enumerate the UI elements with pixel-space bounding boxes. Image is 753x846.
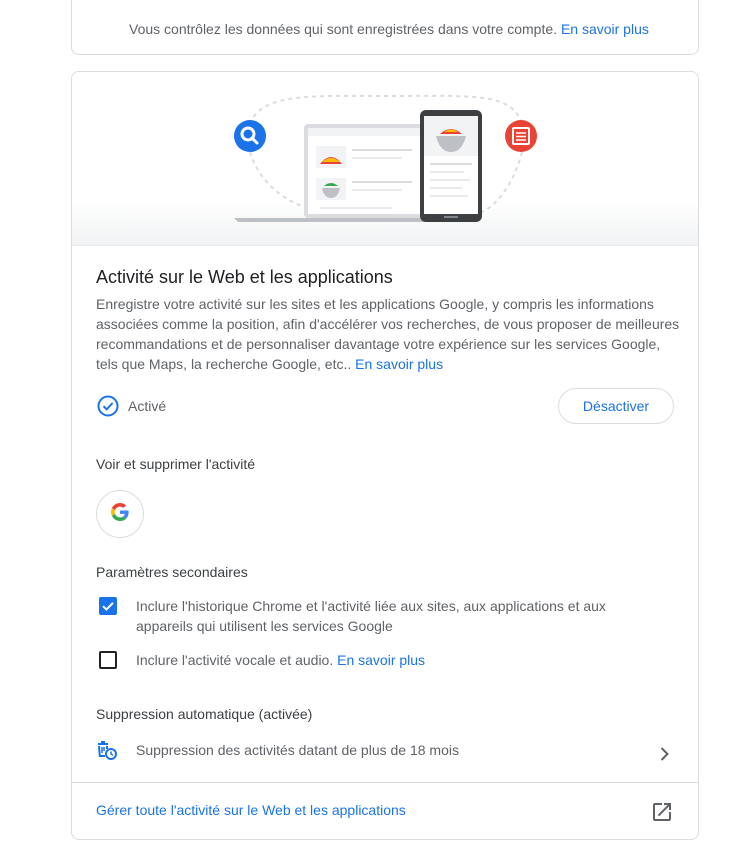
- status-label: Activé: [128, 398, 167, 414]
- google-g-icon: [111, 502, 129, 526]
- google-activity-button[interactable]: [96, 490, 144, 538]
- secondary-settings-heading: Paramètres secondaires: [96, 564, 248, 580]
- auto-delete-row[interactable]: Suppression des activités datant de plus…: [72, 734, 698, 770]
- previous-card-note: Vous contrôlez les données qui sont enre…: [129, 20, 649, 38]
- web-app-activity-card: Activité sur le Web et les applications …: [71, 71, 699, 840]
- chrome-history-option: Inclure l'historique Chrome et l'activit…: [96, 596, 680, 636]
- open-in-new-icon: [650, 800, 674, 829]
- tablet-graphic: [420, 110, 482, 222]
- manage-activity-label: Gérer toute l'activité sur le Web et les…: [96, 802, 406, 818]
- check-circle-icon: [96, 394, 120, 418]
- chrome-history-checkbox[interactable]: [99, 597, 117, 615]
- search-badge-icon: [234, 120, 266, 152]
- voice-audio-label: Inclure l'activité vocale et audio.: [136, 652, 334, 668]
- previous-card-learn-more-link[interactable]: En savoir plus: [561, 21, 649, 37]
- document-badge-icon: [505, 120, 537, 152]
- chrome-history-label: Inclure l'historique Chrome et l'activit…: [136, 598, 606, 634]
- activity-illustration: [72, 72, 698, 246]
- voice-audio-label-wrap: Inclure l'activité vocale et audio. En s…: [136, 650, 656, 670]
- description-learn-more-link[interactable]: En savoir plus: [355, 356, 443, 372]
- disable-button[interactable]: Désactiver: [558, 388, 674, 424]
- voice-audio-learn-more-link[interactable]: En savoir plus: [337, 652, 425, 668]
- card-description: Enregistre votre activité sur les sites …: [96, 294, 680, 374]
- voice-audio-checkbox[interactable]: [99, 651, 117, 669]
- previous-card-note-text: Vous contrôlez les données qui sont enre…: [129, 21, 558, 37]
- voice-audio-option: Inclure l'activité vocale et audio. En s…: [96, 650, 680, 670]
- manage-activity-link[interactable]: Gérer toute l'activité sur le Web et les…: [72, 782, 698, 839]
- auto-delete-icon: [96, 740, 118, 767]
- auto-delete-heading: Suppression automatique (activée): [96, 706, 313, 722]
- auto-delete-label: Suppression des activités datant de plus…: [136, 742, 459, 758]
- card-title: Activité sur le Web et les applications: [96, 267, 393, 287]
- view-delete-heading: Voir et supprimer l'activité: [96, 456, 256, 472]
- previous-card: Vous contrôlez les données qui sont enre…: [71, 0, 699, 55]
- activity-status: Activé: [96, 394, 166, 418]
- chevron-right-icon: [652, 742, 676, 771]
